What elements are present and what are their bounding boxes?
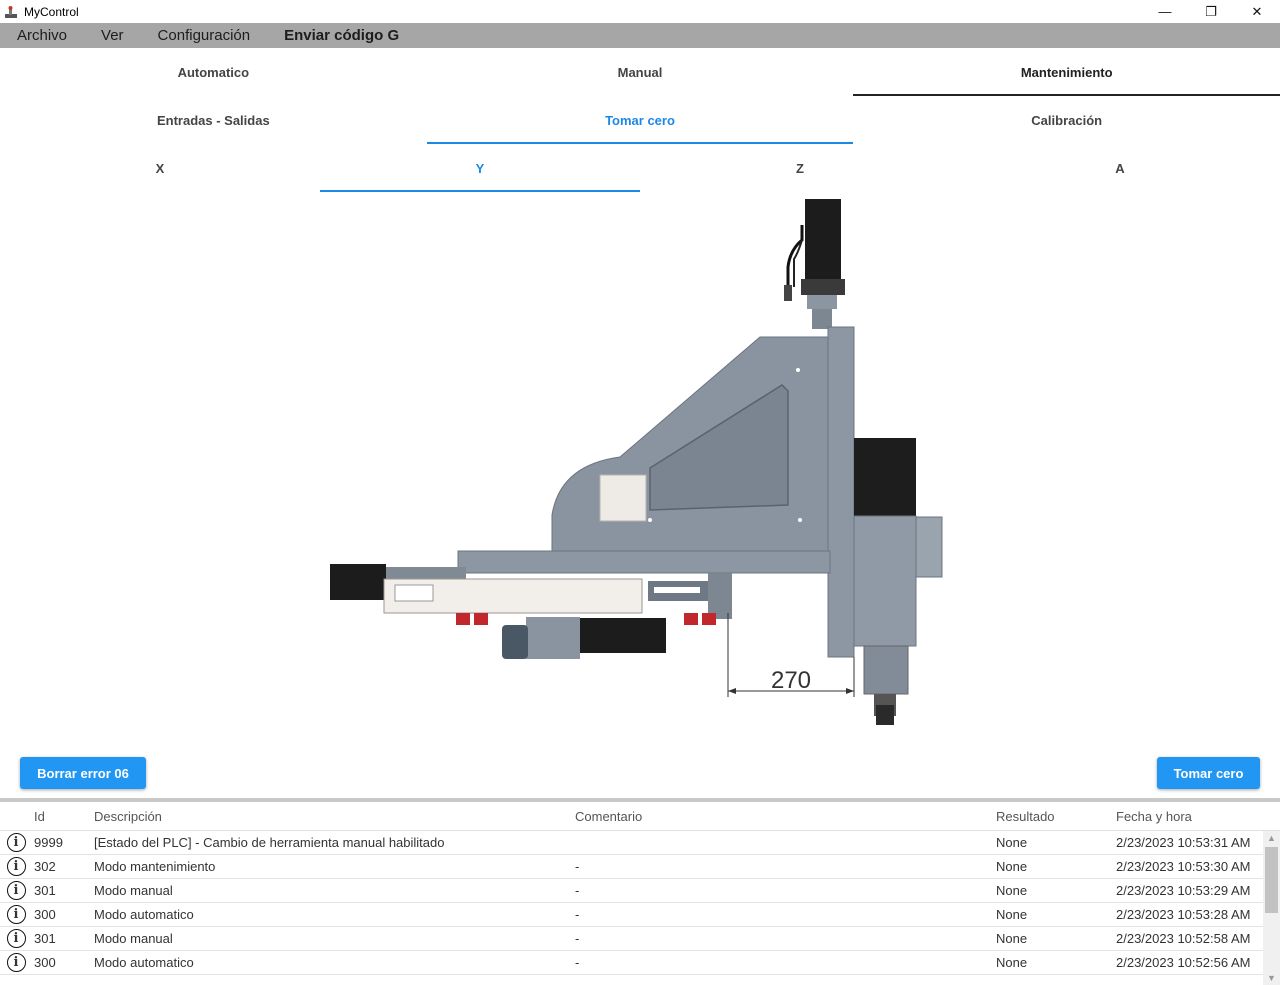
menu-configuracion[interactable]: Configuración bbox=[141, 23, 268, 48]
tab-calibracion[interactable]: Calibración bbox=[853, 98, 1280, 144]
close-button[interactable]: ✕ bbox=[1234, 0, 1280, 23]
tab-axis-y[interactable]: Y bbox=[320, 146, 640, 192]
machine-diagram: 270 bbox=[330, 199, 943, 725]
col-header-comment[interactable]: Comentario bbox=[575, 809, 996, 824]
dimension-label: 270 bbox=[771, 667, 811, 694]
app-icon bbox=[5, 5, 17, 18]
info-icon: i bbox=[6, 881, 26, 900]
table-row[interactable]: i 302 Modo mantenimiento - None 2/23/202… bbox=[0, 855, 1280, 879]
col-header-desc[interactable]: Descripción bbox=[94, 809, 575, 824]
col-header-result[interactable]: Resultado bbox=[996, 809, 1116, 824]
main-tabs: Automatico Manual Mantenimiento bbox=[0, 50, 1280, 96]
table-header: Id Descripción Comentario Resultado Fech… bbox=[0, 803, 1280, 831]
col-header-id[interactable]: Id bbox=[32, 809, 94, 824]
window-title: MyControl bbox=[24, 4, 79, 19]
take-zero-button[interactable]: Tomar cero bbox=[1157, 757, 1260, 789]
axis-tabs: X Y Z A bbox=[0, 146, 1280, 192]
scroll-thumb[interactable] bbox=[1265, 847, 1278, 913]
tab-entradas-salidas[interactable]: Entradas - Salidas bbox=[0, 98, 427, 144]
title-bar: MyControl — ❐ ✕ bbox=[0, 0, 1280, 23]
info-icon: i bbox=[6, 953, 26, 972]
menu-ver[interactable]: Ver bbox=[84, 23, 141, 48]
tab-automatico[interactable]: Automatico bbox=[0, 50, 427, 96]
info-icon: i bbox=[6, 905, 26, 924]
tab-axis-a[interactable]: A bbox=[960, 146, 1280, 192]
col-header-date[interactable]: Fecha y hora bbox=[1116, 809, 1266, 824]
menu-bar: Archivo Ver Configuración Enviar código … bbox=[0, 23, 1280, 48]
scroll-up-icon[interactable]: ▲ bbox=[1263, 831, 1280, 845]
tab-axis-x[interactable]: X bbox=[0, 146, 320, 192]
table-row[interactable]: i 301 Modo manual - None 2/23/2023 10:53… bbox=[0, 879, 1280, 903]
left-motor bbox=[330, 564, 386, 600]
clear-error-button[interactable]: Borrar error 06 bbox=[20, 757, 146, 789]
menu-archivo[interactable]: Archivo bbox=[0, 23, 84, 48]
panel-divider[interactable] bbox=[0, 798, 1280, 802]
scroll-down-icon[interactable]: ▼ bbox=[1263, 971, 1280, 985]
tab-tomar-cero[interactable]: Tomar cero bbox=[426, 98, 854, 144]
info-icon: i bbox=[6, 857, 26, 876]
table-row[interactable]: i 9999 [Estado del PLC] - Cambio de herr… bbox=[0, 831, 1280, 855]
event-log-table: Id Descripción Comentario Resultado Fech… bbox=[0, 803, 1280, 985]
tab-mantenimiento[interactable]: Mantenimiento bbox=[853, 50, 1280, 96]
sub-tabs: Entradas - Salidas Tomar cero Calibració… bbox=[0, 98, 1280, 144]
table-row[interactable]: i 300 Modo automatico - None 2/23/2023 1… bbox=[0, 951, 1280, 975]
table-row[interactable]: i 301 Modo manual - None 2/23/2023 10:52… bbox=[0, 927, 1280, 951]
tab-axis-z[interactable]: Z bbox=[640, 146, 960, 192]
minimize-button[interactable]: — bbox=[1142, 0, 1188, 23]
info-icon: i bbox=[6, 929, 26, 948]
table-scrollbar[interactable]: ▲ ▼ bbox=[1263, 831, 1280, 985]
tab-manual[interactable]: Manual bbox=[427, 50, 854, 96]
table-row[interactable]: i 300 Modo automatico - None 2/23/2023 1… bbox=[0, 903, 1280, 927]
spindle-motor bbox=[854, 438, 916, 516]
info-icon: i bbox=[6, 833, 26, 852]
menu-enviar-codigo-g[interactable]: Enviar código G bbox=[267, 23, 416, 48]
maximize-button[interactable]: ❐ bbox=[1188, 0, 1234, 23]
lower-motor bbox=[574, 618, 666, 653]
